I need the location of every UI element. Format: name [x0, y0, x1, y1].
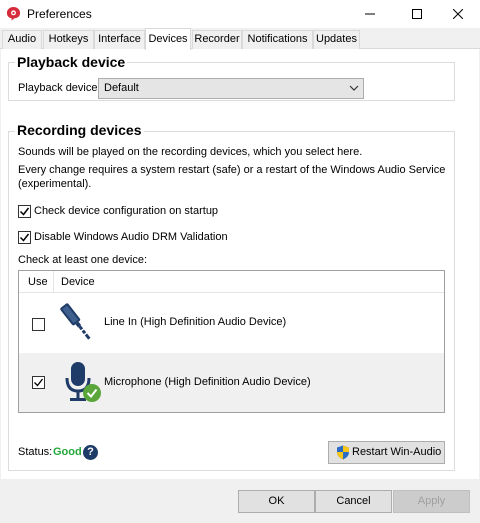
status-value: Good — [53, 446, 82, 458]
playback-device-label: Playback device: — [18, 82, 101, 94]
tab-interface[interactable]: Interface — [94, 30, 145, 49]
tab-updates[interactable]: Updates — [313, 30, 360, 49]
device-name: Line In (High Definition Audio Device) — [104, 316, 287, 328]
tab-strip: Audio Hotkeys Interface Devices Recorder… — [0, 28, 480, 50]
ok-button[interactable]: OK — [238, 490, 315, 513]
disable-drm-checkbox[interactable] — [18, 231, 31, 244]
app-icon — [6, 6, 21, 21]
window-title: Preferences — [27, 7, 92, 21]
tab-audio[interactable]: Audio — [2, 30, 42, 49]
line-in-jack-icon — [60, 303, 91, 340]
checkmark-icon — [19, 207, 30, 216]
maximize-icon — [412, 9, 422, 19]
restart-info-text-cont: (experimental). — [18, 178, 92, 190]
tab-devices[interactable]: Devices — [145, 28, 191, 50]
check-config-checkbox[interactable] — [18, 205, 31, 218]
title-bar: Preferences — [0, 0, 480, 28]
device-row-line-in[interactable]: Line In (High Definition Audio Device) — [19, 293, 444, 353]
restart-win-audio-button[interactable]: Restart Win-Audio — [328, 441, 445, 464]
column-use[interactable]: Use — [28, 271, 48, 293]
chevron-down-icon — [349, 85, 359, 91]
column-device[interactable]: Device — [61, 271, 95, 293]
recording-group-title: Recording devices — [15, 122, 144, 138]
checkmark-icon — [19, 233, 30, 242]
minimize-icon — [365, 13, 375, 15]
tab-notifications[interactable]: Notifications — [242, 30, 313, 49]
status-label: Status: — [18, 446, 53, 458]
device-list-header: Use Device — [19, 271, 444, 293]
uac-shield-icon — [337, 445, 349, 460]
microphone-icon — [65, 362, 101, 402]
check-config-label[interactable]: Check device configuration on startup — [34, 205, 218, 217]
device-use-checkbox[interactable] — [32, 376, 45, 389]
check-one-device-label: Check at least one device: — [18, 254, 148, 266]
column-separator[interactable] — [53, 271, 54, 293]
tab-recorder[interactable]: Recorder — [192, 30, 242, 49]
restart-win-audio-label: Restart Win-Audio — [352, 446, 442, 458]
help-icon[interactable]: ? — [83, 445, 98, 460]
recording-info-text: Sounds will be played on the recording d… — [18, 146, 363, 158]
maximize-button[interactable] — [395, 0, 439, 28]
device-row-microphone[interactable]: Microphone (High Definition Audio Device… — [19, 353, 444, 412]
device-name: Microphone (High Definition Audio Device… — [104, 376, 311, 388]
minimize-button[interactable] — [348, 0, 392, 28]
device-use-checkbox[interactable] — [32, 318, 45, 331]
playback-device-select[interactable]: Default — [98, 78, 364, 99]
device-list[interactable]: Use Device Line In (High Definition Audi… — [18, 270, 445, 413]
tab-hotkeys[interactable]: Hotkeys — [43, 30, 94, 49]
cancel-button[interactable]: Cancel — [315, 490, 392, 513]
playback-device-value: Default — [104, 82, 139, 94]
restart-info-text: Every change requires a system restart (… — [18, 164, 446, 176]
close-icon — [453, 9, 463, 19]
disable-drm-label[interactable]: Disable Windows Audio DRM Validation — [34, 231, 228, 243]
close-button[interactable] — [436, 0, 480, 28]
playback-group-title: Playback device — [15, 54, 128, 70]
dialog-footer: OK Cancel Apply — [0, 479, 480, 523]
devices-panel: Playback device Playback device: Default… — [1, 49, 479, 479]
checkmark-icon — [34, 378, 44, 387]
apply-button[interactable]: Apply — [393, 490, 470, 513]
